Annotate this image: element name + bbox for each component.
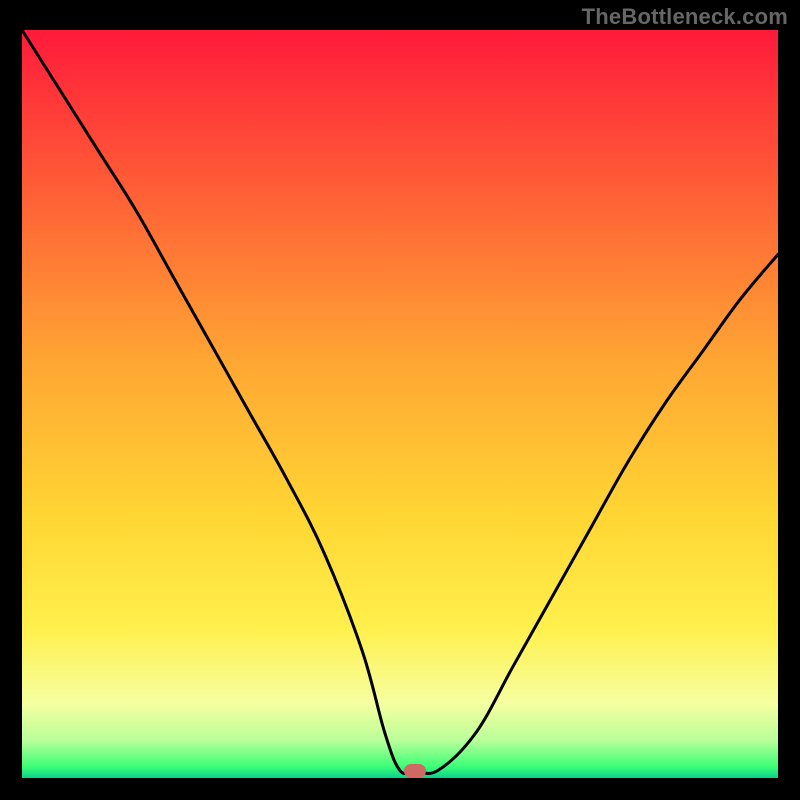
minimum-marker (404, 764, 426, 778)
watermark-text: TheBottleneck.com (582, 4, 788, 30)
chart-svg (22, 30, 778, 778)
chart-frame: TheBottleneck.com (0, 0, 800, 800)
plot-area (22, 30, 778, 778)
